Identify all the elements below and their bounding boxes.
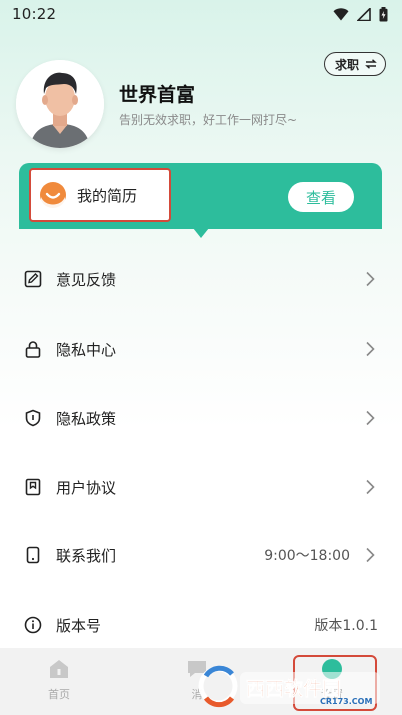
chevron-right-icon: [364, 271, 376, 287]
menu-item-feedback[interactable]: 意见反馈: [0, 254, 402, 304]
user-name: 世界首富: [119, 84, 196, 106]
contact-hours: 9:00〜18:00: [264, 548, 350, 564]
svg-text:CR173.COM: CR173.COM: [320, 697, 372, 706]
chevron-right-icon: [364, 547, 376, 563]
user-tagline: 告别无效求职，好工作一网打尽~: [119, 113, 298, 127]
switch-identity-button[interactable]: 求职: [323, 52, 386, 76]
swap-icon: [365, 59, 377, 69]
menu-label: 版本号: [56, 616, 102, 635]
chevron-right-icon: [364, 479, 376, 495]
info-icon: [24, 616, 42, 634]
watermark-logo: 西西软件园 CR173.COM: [198, 665, 380, 708]
menu-item-privacy-policy[interactable]: 隐私政策: [0, 393, 402, 443]
menu-label: 用户协议: [56, 478, 117, 497]
phone-icon: [24, 546, 42, 564]
menu-item-privacy-center[interactable]: 隐私中心: [0, 324, 402, 374]
signal-icon: [357, 7, 371, 21]
menu-label: 隐私政策: [56, 409, 117, 428]
version-value: 版本1.0.1: [314, 618, 378, 634]
nav-label: 首页: [48, 688, 70, 701]
switch-label: 求职: [334, 57, 359, 72]
menu-label: 联系我们: [56, 546, 117, 565]
battery-icon: [379, 6, 388, 21]
chevron-right-icon: [364, 341, 376, 357]
resume-face-icon: [40, 182, 66, 209]
menu-item-user-agreement[interactable]: 用户协议: [0, 462, 402, 512]
menu-label: 意见反馈: [56, 270, 117, 289]
shield-icon: [24, 409, 42, 427]
menu-item-contact-us[interactable]: 联系我们 9:00〜18:00: [0, 530, 402, 580]
my-resume-entry[interactable]: 我的简历: [29, 168, 171, 222]
lock-icon: [24, 340, 42, 358]
wifi-icon: [333, 7, 349, 20]
chevron-right-icon: [364, 410, 376, 426]
avatar[interactable]: [16, 60, 104, 148]
my-resume-label: 我的简历: [77, 186, 138, 205]
home-icon: [50, 660, 68, 678]
menu-item-version: 版本号 版本1.0.1: [0, 600, 402, 650]
status-bar: 10:22: [0, 0, 402, 28]
view-resume-button[interactable]: 查看: [288, 182, 354, 212]
resume-banner-tail: [193, 228, 209, 238]
avatar-illustration: [16, 60, 104, 148]
feedback-icon: [24, 270, 42, 288]
status-time: 10:22: [12, 5, 57, 23]
menu-label: 隐私中心: [56, 340, 117, 359]
status-icons: [333, 6, 388, 22]
nav-home[interactable]: 首页: [48, 658, 70, 702]
bookmark-icon: [24, 478, 42, 496]
